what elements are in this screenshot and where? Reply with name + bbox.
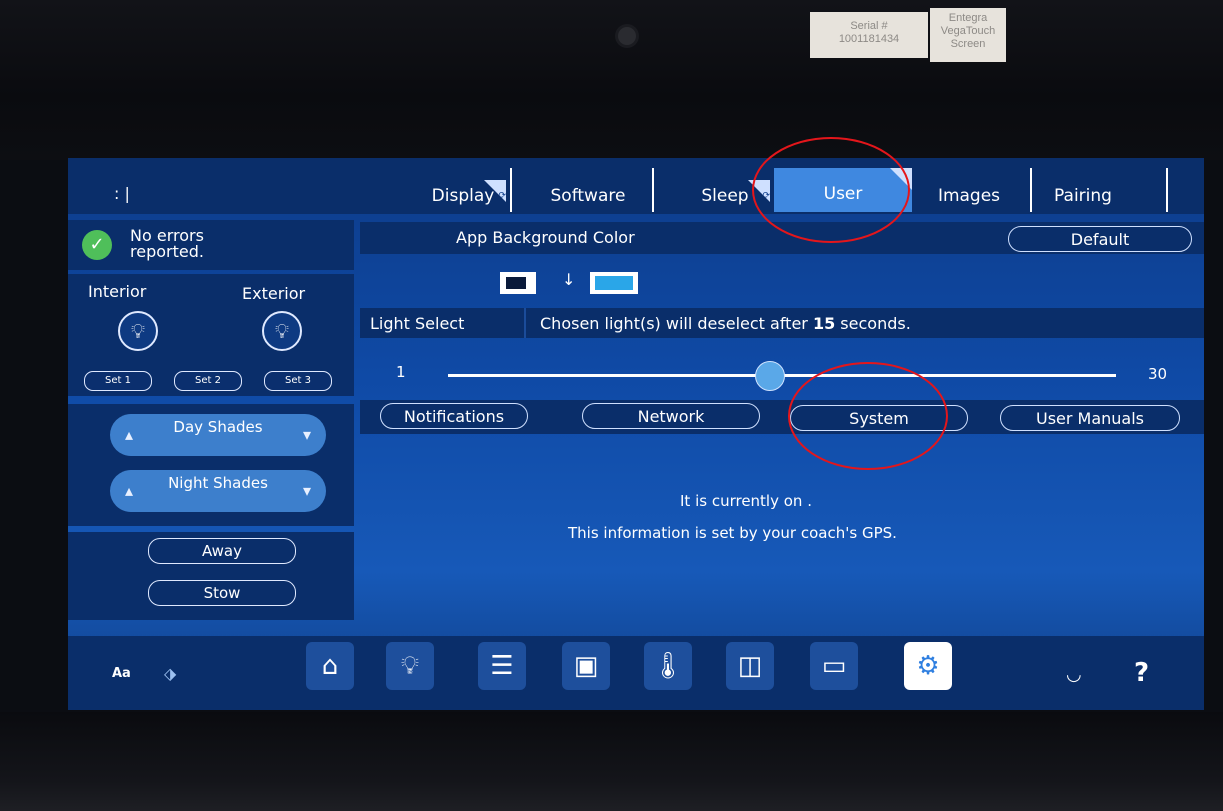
night-shades-label: Night Shades [168, 474, 268, 492]
message-prefix: Chosen light(s) will deselect after [540, 314, 813, 333]
tab-separator [652, 168, 654, 212]
new-color-swatch[interactable] [590, 272, 638, 294]
set-3-button[interactable]: Set 3 [264, 371, 332, 391]
generator-icon[interactable]: ▭ [810, 642, 858, 690]
tank-icon[interactable]: ◫ [726, 642, 774, 690]
exterior-light-button[interactable]: 💡︎ [262, 311, 302, 351]
clock-text: : | [114, 184, 130, 203]
info-line-2: This information is set by your coach's … [568, 524, 897, 542]
default-button[interactable]: Default [1008, 226, 1192, 252]
thermometer-icon[interactable]: 🌡︎ [644, 642, 692, 690]
exterior-label: Exterior [242, 284, 306, 303]
tab-separator [1166, 168, 1168, 212]
message-suffix: seconds. [835, 314, 911, 333]
notifications-tab[interactable]: Notifications [380, 403, 528, 429]
set-2-button[interactable]: Set 2 [174, 371, 242, 391]
tab-pairing[interactable]: Pairing [1038, 180, 1128, 212]
shade-up-icon[interactable]: ▴ [118, 480, 140, 502]
background-color-label: App Background Color [456, 228, 635, 247]
device-bezel-bottom [0, 712, 1223, 811]
stow-button[interactable]: Stow [148, 580, 296, 606]
slider-thumb[interactable] [755, 361, 786, 391]
day-shades-button[interactable]: ▴ Day Shades ▾ [110, 414, 326, 456]
tab-display[interactable]: Display ⟳ [420, 180, 506, 212]
coach-icon[interactable]: ▣ [562, 642, 610, 690]
deselect-seconds: 15 [812, 314, 836, 333]
light-select-label: Light Select [370, 314, 465, 333]
serial-number: 1001181434 [838, 33, 900, 45]
day-shades-label: Day Shades [173, 418, 263, 436]
row-divider [524, 308, 526, 338]
serial-label: Serial # [850, 20, 888, 32]
shade-up-icon[interactable]: ▴ [118, 424, 140, 446]
model-line-2: VegaTouch [940, 25, 996, 37]
lightbulb-icon[interactable]: 💡︎ [386, 642, 434, 690]
night-shades-button[interactable]: ▴ Night Shades ▾ [110, 470, 326, 512]
status-message: No errors reported. [130, 226, 204, 261]
annotation-circle-system-tab [788, 362, 948, 470]
set-1-button[interactable]: Set 1 [84, 371, 152, 391]
light-select-message: Chosen light(s) will deselect after 15 s… [540, 314, 911, 333]
annotation-circle-user-tab [752, 137, 910, 243]
shade-down-icon[interactable]: ▾ [296, 480, 318, 502]
bottom-toolbar: Aa ⬗ ⌂ 💡︎ ☰ ▣ 🌡︎ ◫ ▭ ⚙ ◡ ? [68, 636, 1204, 710]
tab-software[interactable]: Software [538, 180, 638, 212]
serial-sticker: Serial # 1001181434 [810, 12, 928, 58]
slider-max-label: 30 [1148, 365, 1168, 383]
tab-images[interactable]: Images [924, 180, 1014, 212]
model-line-1: Entegra [948, 12, 988, 24]
help-button[interactable]: ? [1134, 658, 1149, 688]
tab-sleep-label: Sleep [701, 186, 749, 206]
away-button[interactable]: Away [148, 538, 296, 564]
brightness-icon[interactable]: ⬗ [164, 664, 176, 683]
shade-icon[interactable]: ☰ [478, 642, 526, 690]
interior-label: Interior [88, 282, 147, 301]
closed-eye-icon[interactable]: ◡ [1066, 664, 1082, 685]
device-bezel-top [0, 0, 1223, 160]
tab-separator [510, 168, 512, 212]
network-tab[interactable]: Network [582, 403, 760, 429]
model-sticker: Entegra VegaTouch Screen [930, 8, 1006, 62]
touch-screen: : | ✓ No errors reported. Interior Exter… [68, 158, 1204, 710]
lightbulb-icon: 💡︎ [275, 319, 289, 343]
shade-down-icon[interactable]: ▾ [296, 424, 318, 446]
settings-icon[interactable]: ⚙ [904, 642, 952, 690]
camera-icon [618, 27, 636, 45]
model-line-3: Screen [950, 38, 986, 50]
interior-light-button[interactable]: 💡︎ [118, 311, 158, 351]
info-line-1: It is currently on . [680, 492, 812, 510]
arrow-down-icon: ↓ [562, 270, 576, 289]
check-icon: ✓ [82, 230, 112, 260]
user-manuals-tab[interactable]: User Manuals [1000, 405, 1180, 431]
tab-separator [1030, 168, 1032, 212]
home-icon[interactable]: ⌂ [306, 642, 354, 690]
lightbulb-icon: 💡︎ [131, 319, 145, 343]
font-size-button[interactable]: Aa [112, 666, 131, 681]
slider-min-label: 1 [396, 363, 406, 381]
current-color-swatch[interactable] [500, 272, 536, 294]
tab-display-label: Display [431, 186, 495, 206]
clock-bar [68, 158, 354, 214]
